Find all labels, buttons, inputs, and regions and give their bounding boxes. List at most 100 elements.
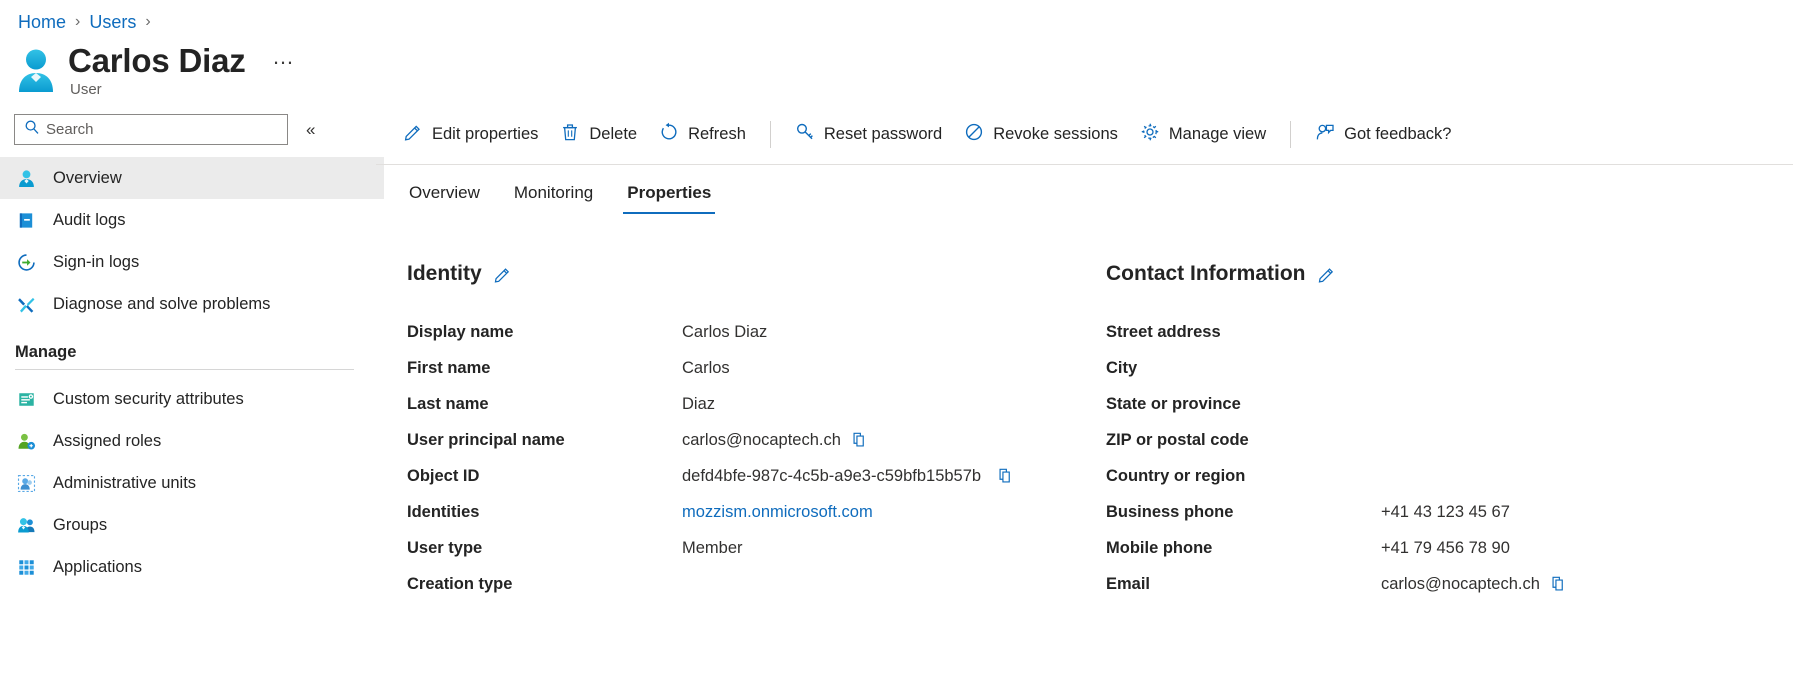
property-value: Diaz: [682, 394, 716, 413]
feedback-icon: [1315, 122, 1335, 147]
button-label: Delete: [589, 124, 638, 143]
section-title: Identity: [407, 262, 482, 285]
sidebar-item-overview[interactable]: Overview: [0, 157, 384, 199]
property-label: Object ID: [407, 466, 480, 485]
sign-in-icon: [15, 251, 37, 273]
pencil-edit-icon[interactable]: [493, 265, 512, 284]
copy-icon[interactable]: [851, 431, 869, 449]
property-value: +41 79 456 78 90: [1381, 538, 1510, 557]
section-title: Contact Information: [1106, 262, 1306, 285]
property-label: State or province: [1106, 394, 1241, 413]
property-row: Email carlos@nocaptech.ch: [1106, 566, 1793, 602]
property-row: User type Member: [407, 530, 1106, 566]
search-box[interactable]: [14, 114, 288, 145]
property-row: User principal name carlos@nocaptech.ch: [407, 422, 1106, 458]
administrative-units-icon: [15, 472, 37, 494]
property-value: defd4bfe-987c-4c5b-a9e3-c59bfb15b57b: [682, 466, 982, 485]
command-toolbar: Edit properties Delete Refresh Reset pas…: [384, 106, 1793, 162]
property-label: Display name: [407, 322, 514, 341]
sidebar-divider: [15, 369, 354, 370]
user-icon: [15, 167, 37, 189]
search-icon: [24, 119, 40, 140]
contact-information-section: Contact Information Street address City …: [1106, 262, 1793, 602]
property-row: Mobile phone +41 79 456 78 90: [1106, 530, 1793, 566]
sidebar-item-label: Groups: [53, 515, 108, 534]
contact-section-header: Contact Information: [1106, 262, 1793, 286]
property-value: Carlos Diaz: [682, 322, 768, 341]
pencil-icon: [403, 122, 423, 147]
reset-password-button[interactable]: Reset password: [784, 116, 953, 153]
search-input[interactable]: [46, 121, 264, 138]
block-icon: [964, 122, 984, 147]
sidebar-item-label: Applications: [53, 557, 142, 576]
property-row: Last name Diaz: [407, 386, 1106, 422]
chevron-double-left-icon[interactable]: «: [306, 120, 315, 140]
copy-icon[interactable]: [1550, 575, 1568, 593]
refresh-icon: [659, 122, 679, 147]
breadcrumb-item-users[interactable]: Users: [89, 12, 136, 33]
trash-icon: [560, 122, 580, 147]
property-label: Mobile phone: [1106, 538, 1213, 557]
sidebar-item-groups[interactable]: Groups: [0, 504, 384, 546]
property-row: Street address: [1106, 314, 1793, 350]
property-value: carlos@nocaptech.ch: [682, 430, 841, 449]
sidebar-item-sign-in-logs[interactable]: Sign-in logs: [0, 241, 384, 283]
azure-user-properties-page: Home › Users › Carlos Diaz … User Search…: [0, 0, 1793, 693]
button-label: Edit properties: [432, 124, 539, 143]
property-label: ZIP or postal code: [1106, 430, 1249, 449]
property-value-link[interactable]: mozzism.onmicrosoft.com: [682, 503, 873, 522]
sidebar: « Overview: [0, 106, 384, 693]
sidebar-item-assigned-roles[interactable]: Assigned roles: [0, 420, 384, 462]
sidebar-item-diagnose-and-solve-problems[interactable]: Diagnose and solve problems: [0, 283, 384, 325]
page-title: Carlos Diaz: [68, 42, 246, 79]
identity-section-header: Identity: [407, 262, 1106, 286]
property-value: carlos@nocaptech.ch: [1381, 574, 1540, 593]
gear-icon: [1140, 122, 1160, 147]
property-row: State or province: [1106, 386, 1793, 422]
breadcrumb: Home › Users ›: [0, 0, 1793, 34]
property-value: Member: [682, 538, 743, 557]
revoke-sessions-button[interactable]: Revoke sessions: [953, 116, 1129, 153]
sidebar-search-row: «: [0, 114, 384, 145]
tab-overview[interactable]: Overview: [392, 183, 497, 214]
copy-icon[interactable]: [997, 467, 1015, 485]
more-options-button[interactable]: …: [272, 46, 296, 68]
breadcrumb-item-home[interactable]: Home: [18, 12, 66, 33]
manage-view-button[interactable]: Manage view: [1129, 116, 1277, 153]
property-row: Creation type: [407, 566, 1106, 602]
sidebar-item-administrative-units[interactable]: Administrative units: [0, 462, 384, 504]
property-label: Business phone: [1106, 502, 1234, 521]
sidebar-item-label: Assigned roles: [53, 431, 162, 450]
property-row: First name Carlos: [407, 350, 1106, 386]
property-label: Identities: [407, 502, 480, 521]
property-row: Display name Carlos Diaz: [407, 314, 1106, 350]
breadcrumb-separator-icon: ›: [75, 13, 81, 30]
property-label: First name: [407, 358, 491, 377]
property-row: Country or region: [1106, 458, 1793, 494]
got-feedback-button[interactable]: Got feedback?: [1304, 116, 1462, 153]
property-value: Carlos: [682, 358, 730, 377]
assigned-roles-icon: [15, 430, 37, 452]
property-label: Email: [1106, 574, 1151, 593]
wrench-screwdriver-icon: [15, 293, 37, 315]
sidebar-item-applications[interactable]: Applications: [0, 546, 384, 588]
property-row: Business phone +41 43 123 45 67: [1106, 494, 1793, 530]
tab-properties[interactable]: Properties: [610, 183, 728, 214]
page-header: Carlos Diaz … User: [0, 34, 1793, 106]
sidebar-item-custom-security-attributes[interactable]: Custom security attributes: [0, 378, 384, 420]
tab-label: Properties: [627, 183, 712, 202]
tab-monitoring[interactable]: Monitoring: [497, 183, 610, 214]
property-label: City: [1106, 358, 1138, 377]
pencil-edit-icon[interactable]: [1317, 265, 1336, 284]
identity-section: Identity Display name Carlos Diaz First …: [384, 262, 1106, 602]
delete-button[interactable]: Delete: [549, 116, 648, 153]
sidebar-item-label: Custom security attributes: [53, 389, 244, 408]
tab-label: Overview: [409, 183, 480, 202]
edit-properties-button[interactable]: Edit properties: [392, 116, 549, 153]
tab-label: Monitoring: [513, 183, 594, 202]
attribute-list-icon: [15, 388, 37, 410]
main-content: Edit properties Delete Refresh Reset pas…: [376, 106, 1793, 693]
refresh-button[interactable]: Refresh: [648, 116, 757, 153]
sidebar-item-audit-logs[interactable]: Audit logs: [0, 199, 384, 241]
property-label: User principal name: [407, 430, 565, 449]
